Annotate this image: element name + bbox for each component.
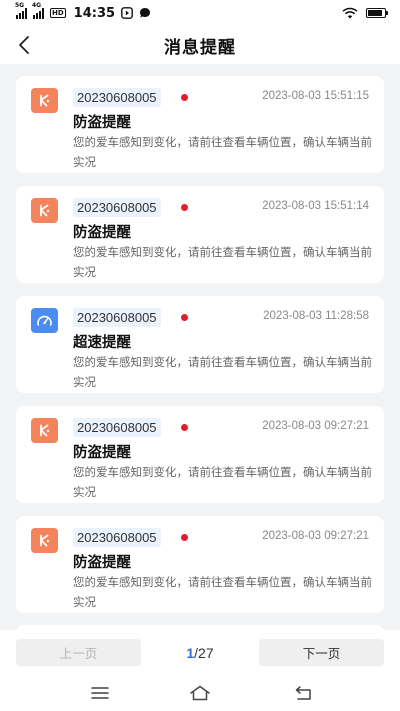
message-timestamp: 2023-08-03 11:28:58 (263, 310, 369, 322)
signal-5g-icon: 5G (15, 2, 27, 19)
message-content: 您的爱车感知到变化，请前往查看车辆位置，确认车辆当前实况 (73, 135, 372, 169)
message-list: 20230608005 2023-08-03 15:51:15 防盗提醒 您的爱车感知… (16, 76, 384, 626)
unread-dot (181, 534, 188, 541)
message-timestamp: 2023-08-03 15:51:14 (262, 200, 369, 212)
message-card[interactable]: 20230608005 2023-08-03 09:27:21 防盗提醒您的爱车感知… (16, 406, 384, 503)
device-id-tag: 20230608005 (73, 308, 161, 327)
menu-icon[interactable] (88, 683, 112, 703)
unread-dot (181, 204, 188, 211)
pagination-bar: 上一页 1/27 下一页 (0, 630, 400, 674)
device-id-tag: 20230608005 (73, 528, 161, 547)
message-content: 您的爱车感知到变化，请前往查看车辆位置，确认车辆当前实况 (73, 575, 372, 609)
message-card[interactable]: 20230608005 2023-08-03 09:27:21 防盗提醒您的爱车感知… (16, 516, 384, 613)
unread-dot (181, 424, 188, 431)
home-icon[interactable] (188, 683, 212, 703)
back-arrow-icon[interactable] (14, 34, 36, 56)
message-content: 您的爱车感知到变化，请前往查看车辆位置，确认车辆当前实况 (73, 355, 372, 389)
message-title: 防盗提醒 (73, 225, 131, 241)
device-id-tag: 20230608005 (73, 88, 161, 107)
signal-4g-label: 4G (32, 1, 42, 9)
message-card[interactable]: 20230608005 2023-08-03 11:28:58 超速提醒您的爱车感知… (16, 296, 384, 393)
system-nav-bar (0, 674, 400, 711)
page-title: 消息提醒 (164, 37, 236, 58)
unread-dot (181, 94, 188, 101)
message-timestamp: 2023-08-03 15:51:15 (262, 90, 369, 102)
message-title: 防盗提醒 (73, 115, 131, 131)
theft-alert-icon (31, 198, 58, 223)
chat-icon (140, 8, 151, 18)
status-right (342, 7, 388, 19)
theft-alert-icon (31, 418, 58, 443)
wifi-icon (342, 7, 358, 19)
signal-4g-icon: 4G (32, 2, 44, 19)
hd-voice-badge: HD (50, 8, 66, 18)
message-timestamp: 2023-08-03 09:27:21 (262, 420, 369, 432)
total-pages: /27 (194, 645, 214, 661)
next-page-button[interactable]: 下一页 (259, 639, 384, 666)
message-card[interactable]: 20230608005 2023-08-03 15:51:14 防盗提醒您的爱车感知… (16, 186, 384, 283)
speedometer-icon (31, 308, 58, 333)
nav-bar: 消息提醒 (0, 26, 400, 64)
theft-alert-icon (31, 528, 58, 553)
device-id-tag: 20230608005 (73, 198, 161, 217)
battery-fill (368, 10, 383, 16)
message-timestamp: 2023-08-03 09:27:21 (262, 530, 369, 542)
status-time: 14:35 (73, 5, 116, 21)
message-title: 超速提醒 (73, 335, 131, 351)
message-content: 您的爱车感知到变化，请前往查看车辆位置，确认车辆当前实况 (73, 245, 372, 279)
notification-icon (121, 7, 133, 19)
device-id-tag: 20230608005 (73, 418, 161, 437)
message-title: 防盗提醒 (73, 445, 131, 461)
message-card[interactable]: 20230608005 2023-08-03 15:51:15 防盗提醒您的爱车感知… (16, 76, 384, 173)
theft-alert-icon (31, 88, 58, 113)
signal-5g-label: 5G (15, 1, 25, 9)
battery-icon (366, 8, 388, 18)
status-left: 5G 4G HD 14:35 (15, 2, 151, 21)
unread-dot (181, 314, 188, 321)
system-back-icon[interactable] (292, 683, 316, 703)
current-page: 1 (186, 645, 195, 661)
message-content: 您的爱车感知到变化，请前往查看车辆位置，确认车辆当前实况 (73, 465, 372, 499)
status-bar: 5G 4G HD 14:35 (0, 0, 400, 26)
message-title: 防盗提醒 (73, 555, 131, 571)
